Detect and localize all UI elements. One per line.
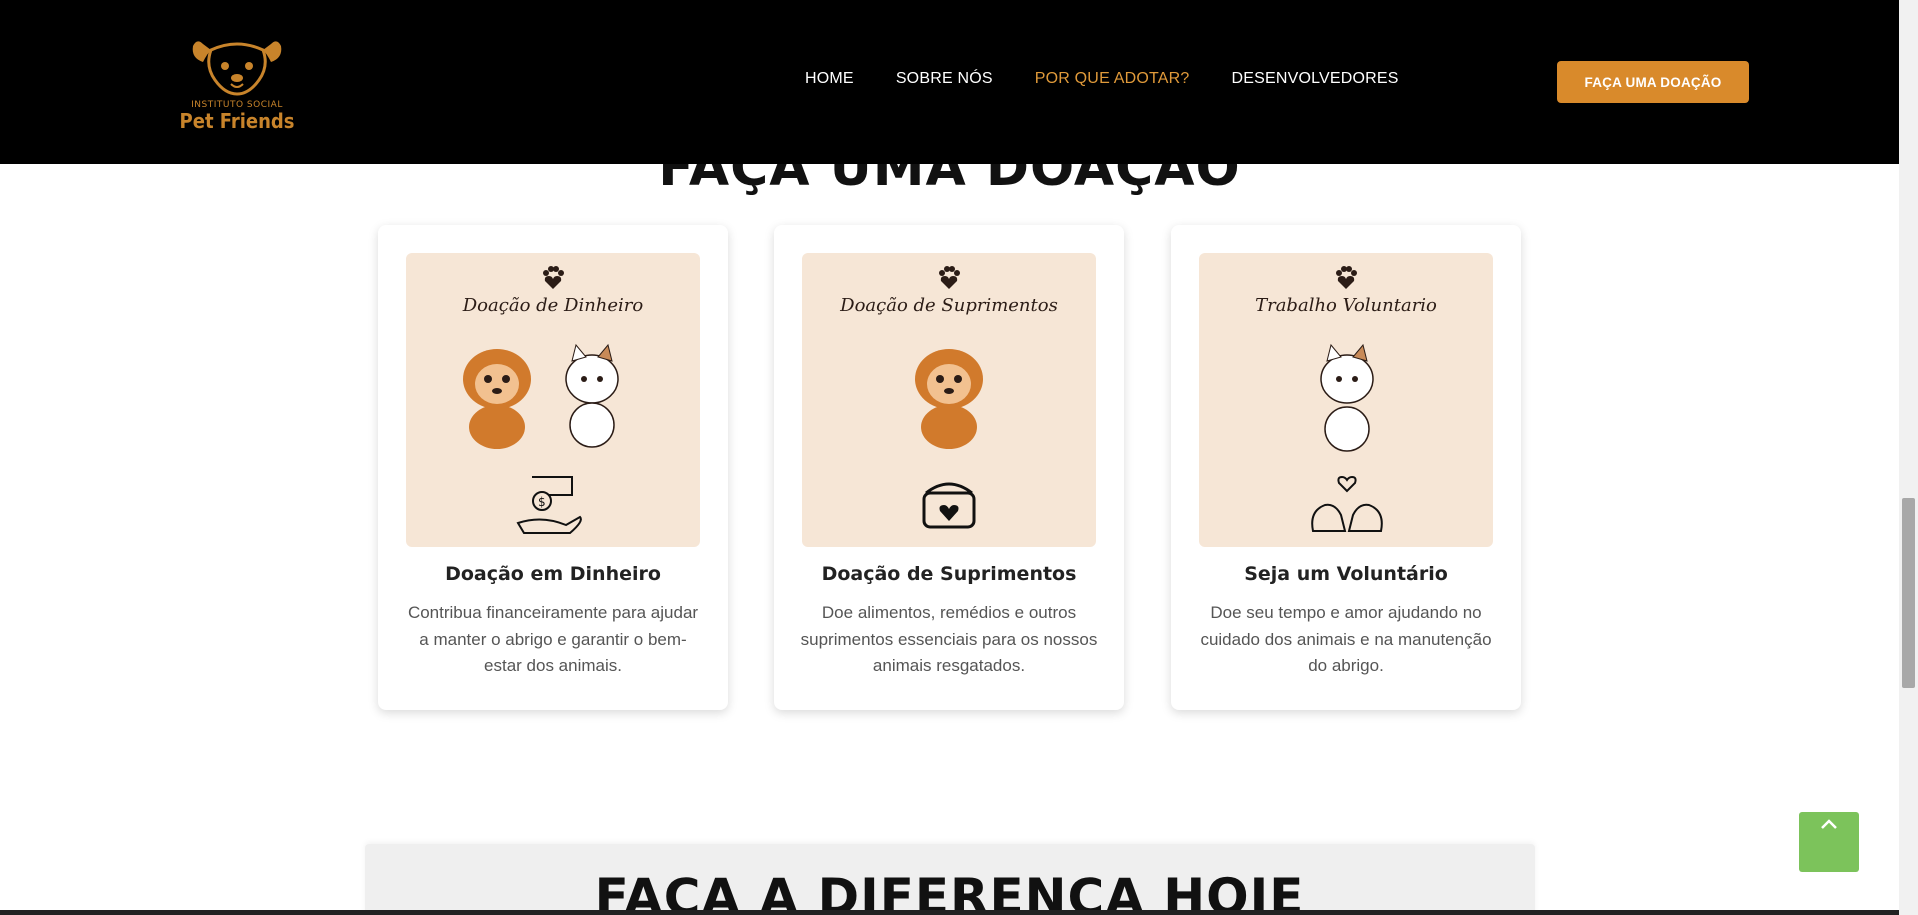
money-hand-icon: $ xyxy=(516,476,582,534)
helping-hands-icon xyxy=(1311,475,1383,532)
donation-card-money[interactable]: Doação de Dinheiro $ Doação em Dinheiro … xyxy=(378,225,728,710)
nav-item-por-que-adotar[interactable]: POR QUE ADOTAR? xyxy=(1035,70,1190,88)
nav-item-home[interactable]: HOME xyxy=(805,70,854,88)
scroll-to-top-button[interactable] xyxy=(1799,812,1859,872)
site-header: INSTITUTO SOCIAL Pet Friends HOME SOBRE … xyxy=(0,0,1899,164)
card-image-title: Doação de Dinheiro xyxy=(462,295,644,316)
donation-card-volunteer[interactable]: Trabalho Voluntario Seja um Voluntário D… xyxy=(1171,225,1521,710)
footer-edge xyxy=(0,910,1899,915)
paw-heart-icon xyxy=(939,266,960,289)
nav-item-desenvolvedores[interactable]: DESENVOLVEDORES xyxy=(1231,70,1398,88)
card-illustration: Trabalho Voluntario xyxy=(1199,253,1493,547)
card-description: Contribua financeiramente para ajudar a … xyxy=(407,603,699,675)
brand-logo[interactable]: INSTITUTO SOCIAL Pet Friends xyxy=(179,36,295,142)
card-title: Doação em Dinheiro xyxy=(445,563,661,585)
dog-face-icon xyxy=(192,41,282,96)
chevron-up-icon xyxy=(1821,819,1837,829)
card-image-title: Trabalho Voluntario xyxy=(1255,295,1437,316)
card-title: Doação de Suprimentos xyxy=(821,563,1077,585)
paw-heart-icon xyxy=(543,266,564,289)
card-description: Doe seu tempo e amor ajudando no cuidado… xyxy=(1200,603,1492,675)
dog-cat-illustration xyxy=(463,343,619,449)
paw-heart-icon xyxy=(1336,266,1357,289)
svg-text:$: $ xyxy=(538,495,546,509)
dog-illustration xyxy=(915,349,983,449)
nav-item-sobre-nos[interactable]: SOBRE NÓS xyxy=(896,70,993,88)
scrollbar-thumb[interactable] xyxy=(1902,498,1915,688)
cat-illustration xyxy=(1320,343,1374,452)
donate-button[interactable]: FAÇA UMA DOAÇÃO xyxy=(1557,61,1749,103)
card-image-title: Doação de Suprimentos xyxy=(840,295,1058,316)
main-nav: HOME SOBRE NÓS POR QUE ADOTAR? DESENVOLV… xyxy=(805,70,1441,88)
donation-card-supplies[interactable]: Doação de Suprimentos Doação de Suprimen… xyxy=(774,225,1124,710)
cta-title: FAÇA A DIFERENÇA HOJE xyxy=(594,868,1305,915)
card-description: Doe alimentos, remédios e outros suprime… xyxy=(800,603,1098,675)
brand-name: Pet Friends xyxy=(179,109,295,133)
card-illustration: Doação de Suprimentos xyxy=(802,253,1096,547)
supplies-basket-icon xyxy=(922,482,976,529)
card-illustration: Doação de Dinheiro $ xyxy=(406,253,700,547)
card-title: Seja um Voluntário xyxy=(1244,563,1448,585)
page-scrollbar[interactable] xyxy=(1899,0,1918,915)
